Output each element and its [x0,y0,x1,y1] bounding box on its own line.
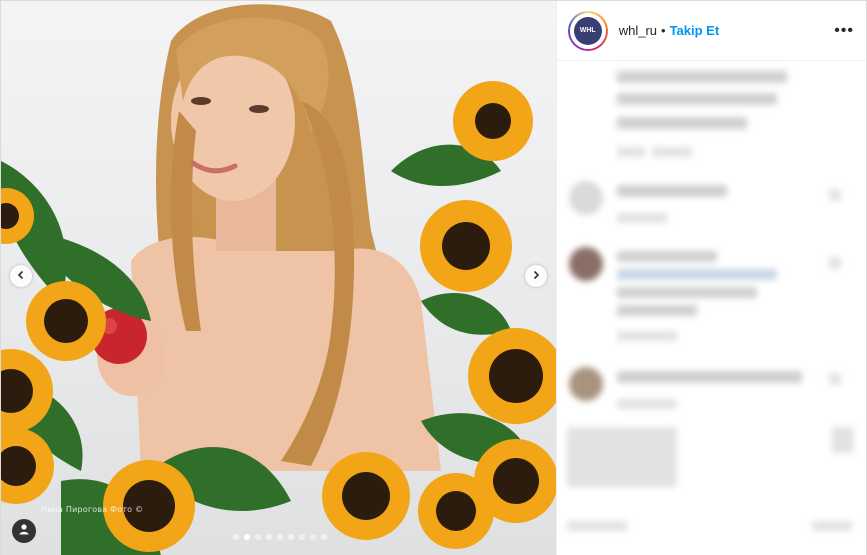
post-side-panel: WHL whl_ru • Takip Et ••• [555,1,866,555]
post-media[interactable]: Нина Пирогова Фото © [1,1,556,555]
post-photo [1,4,556,555]
blurred-meta [616,147,645,157]
chevron-left-icon [16,267,26,285]
instagram-post: Нина Пирогова Фото © WHL whl_ru • Takip … [0,0,867,555]
blurred-like [828,189,841,201]
comments-section [557,61,866,555]
blurred-caption-line [616,117,747,129]
blurred-avatar [568,247,603,281]
blurred-meta [616,213,667,223]
carousel-dot [321,534,327,540]
blurred-caption-line [616,71,787,83]
avatar-frame: WHL [569,12,606,49]
carousel-dot [277,534,283,540]
blurred-like [828,373,841,385]
blurred-bookmark [831,427,854,453]
carousel-dot [233,534,239,540]
more-options-icon[interactable]: ••• [834,22,854,40]
blurred-comment-line [616,287,757,298]
blurred-comment-line [616,305,697,316]
user-tag-icon [18,522,30,540]
blurred-comment-line [616,371,802,383]
carousel-next-button[interactable] [525,265,547,287]
blurred-date [566,521,627,531]
blurred-comment-line [616,185,727,197]
blurred-comment-line [616,251,717,262]
carousel-dot [310,534,316,540]
username-link[interactable]: whl_ru [619,23,657,38]
blurred-caption-line [616,93,777,105]
follow-button[interactable]: Takip Et [670,23,720,38]
blurred-comment-line [616,269,777,280]
blurred-avatar [568,181,603,215]
blurred-post-button [811,521,852,531]
blurred-meta [651,147,692,157]
carousel-dot [299,534,305,540]
carousel-indicator [233,534,327,540]
carousel-prev-button[interactable] [10,265,32,287]
chevron-right-icon [531,267,541,285]
blurred-avatar [568,367,603,401]
photo-credit: Нина Пирогова Фото © [41,505,144,514]
carousel-dot [288,534,294,540]
blurred-actions [566,427,677,487]
avatar[interactable]: WHL [567,10,608,51]
tagged-users-button[interactable] [12,519,36,543]
avatar-logo: WHL [573,16,602,45]
blurred-meta [616,399,677,409]
blurred-meta [616,331,677,341]
blurred-like [828,257,841,269]
header-separator: • [661,23,666,38]
carousel-dot [255,534,261,540]
post-header: WHL whl_ru • Takip Et ••• [556,1,866,61]
carousel-dot [266,534,272,540]
carousel-dot-active [244,534,250,540]
